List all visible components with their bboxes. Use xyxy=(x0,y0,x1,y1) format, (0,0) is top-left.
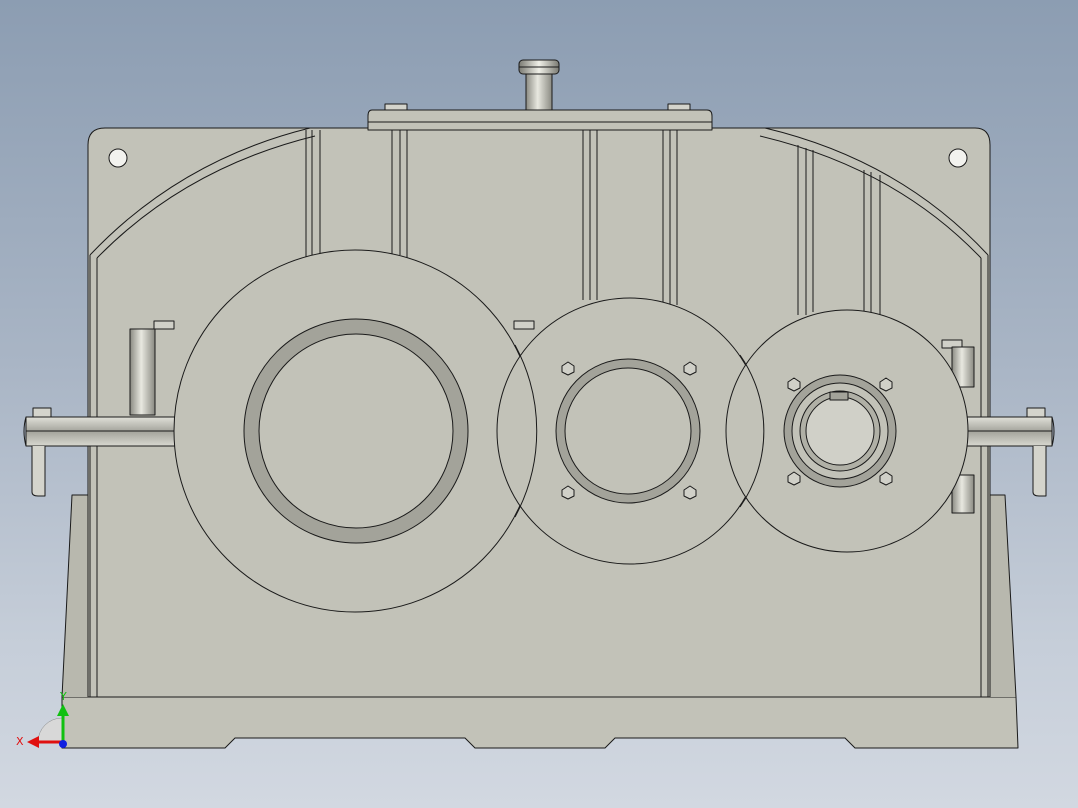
cad-viewport[interactable]: X Y xyxy=(0,0,1078,808)
x-axis-label: X xyxy=(16,735,24,748)
output-bore xyxy=(243,318,469,544)
input-shaft xyxy=(783,374,897,488)
axis-triad: X Y xyxy=(16,690,69,748)
gearbox-front-view[interactable]: X Y xyxy=(0,0,1078,808)
left-boss xyxy=(129,328,156,416)
breather-plug xyxy=(518,59,560,111)
y-axis-label: Y xyxy=(59,690,67,703)
mounting-hole-right xyxy=(948,148,968,168)
mounting-hole-left xyxy=(108,148,128,168)
intermediate-bore xyxy=(555,358,701,504)
